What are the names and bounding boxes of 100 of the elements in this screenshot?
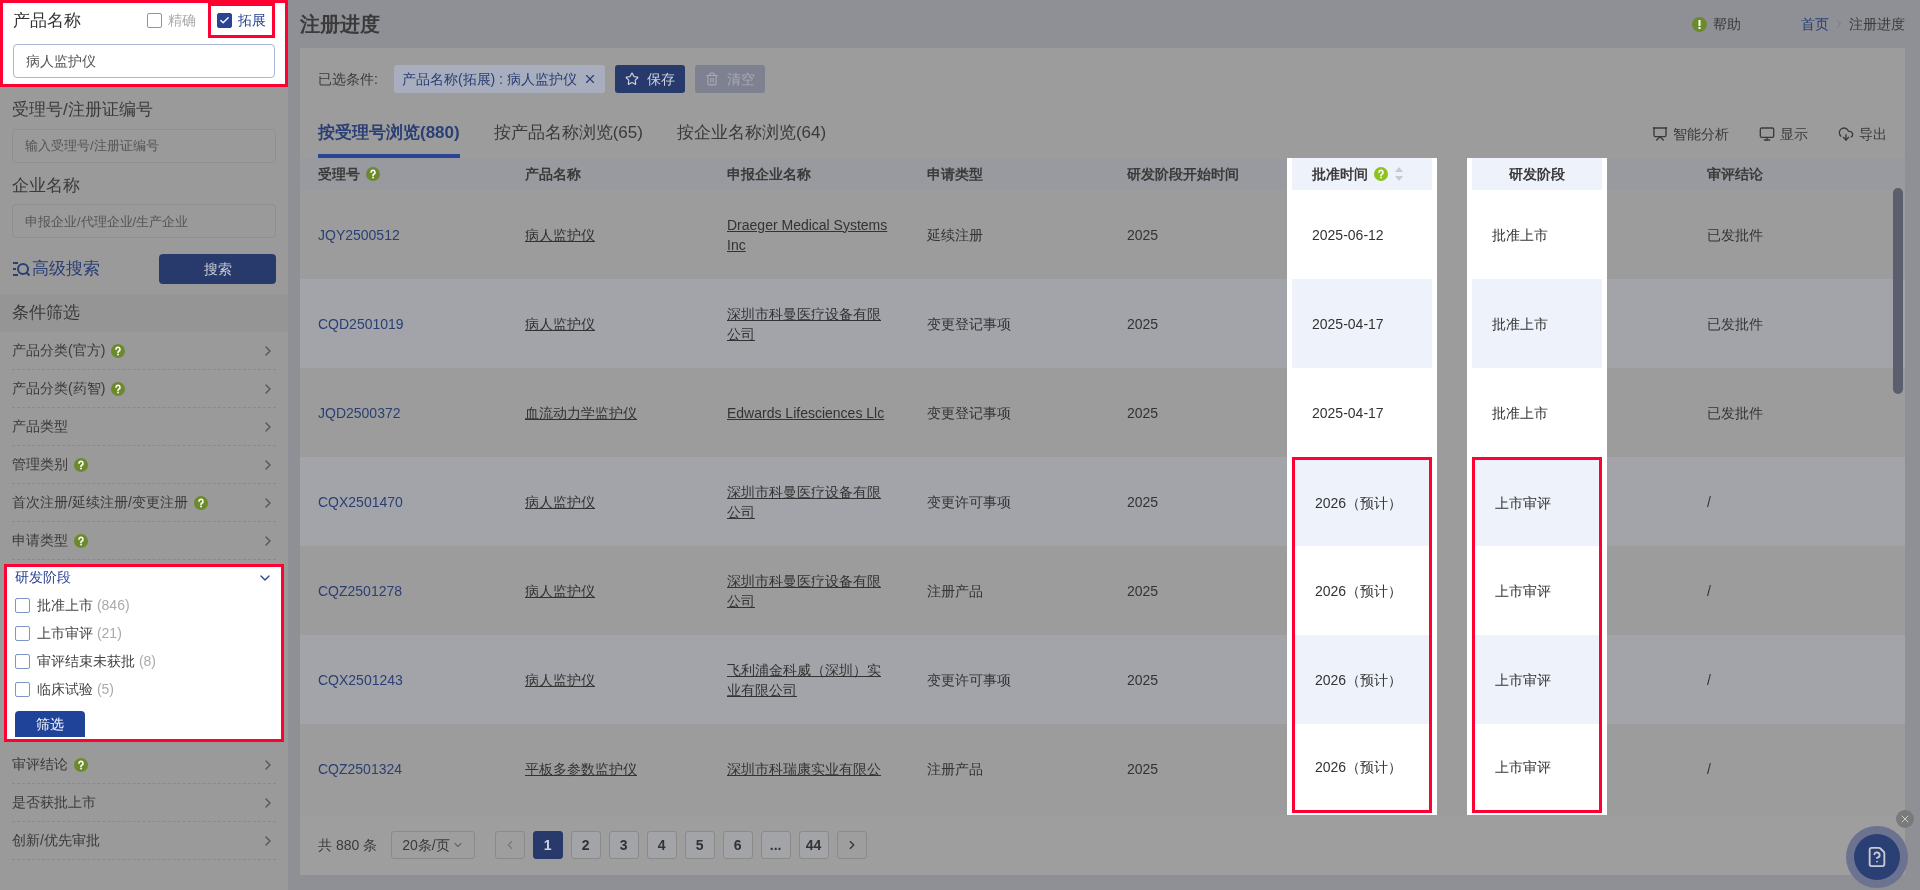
presentation-icon — [1652, 126, 1668, 142]
table-cell[interactable]: CQD2501019 — [318, 313, 420, 334]
page-button[interactable]: 44 — [798, 831, 829, 859]
section-title: 条件筛选 — [12, 302, 80, 325]
checkbox[interactable] — [217, 13, 232, 28]
checkbox[interactable] — [15, 654, 30, 669]
tab[interactable]: 按产品名称浏览(65) — [493, 112, 643, 158]
checkbox-option[interactable]: 拓展 — [208, 3, 275, 38]
column-header: 受理号 — [318, 164, 360, 184]
filter-title[interactable]: 研发阶段 — [15, 567, 71, 588]
table-cell[interactable]: 病人监护仪 — [525, 669, 611, 690]
condition-tag[interactable]: 产品名称(拓展) : 病人监护仪 — [393, 65, 605, 93]
table-cell-text: 2025 — [1127, 314, 1160, 334]
trash-icon — [704, 72, 719, 86]
table-cell-text: 2025-06-12 — [1312, 225, 1385, 245]
table-cell-text: / — [1707, 492, 1712, 512]
checkbox[interactable] — [15, 598, 30, 613]
checkbox-option[interactable]: 审评结束未获批 (8) — [15, 651, 273, 672]
checkbox-option[interactable]: 上市审评 (21) — [15, 623, 273, 644]
table-cell[interactable]: JQY2500512 — [318, 224, 416, 245]
filter-item[interactable]: 是否获批上市 — [12, 784, 276, 822]
column-header: 申请类型 — [927, 164, 983, 184]
table-cell-text: 上市审评 — [1495, 494, 1552, 513]
column-header[interactable]: 批准时间 — [1312, 163, 1368, 185]
search-field[interactable]: 输入受理号/注册证编号 — [12, 128, 276, 163]
filter-item[interactable]: 首次注册/延续注册/变更注册 — [12, 484, 276, 522]
checkbox[interactable] — [15, 626, 30, 641]
table-cell-text: 2025 — [1127, 403, 1160, 423]
filter-item[interactable]: 审评结论 — [12, 746, 276, 784]
help-icon — [193, 495, 208, 510]
table-cell[interactable]: CQX2501470 — [318, 491, 419, 512]
toolbar-button[interactable]: 显示 — [1759, 123, 1808, 145]
filter-item[interactable]: 产品分类(药智) — [12, 370, 276, 408]
filter-label: 产品类型 — [12, 417, 68, 436]
page-button[interactable]: 4 — [646, 831, 677, 859]
tab[interactable]: 按企业名称浏览(64) — [676, 112, 827, 158]
toolbar-button[interactable]: 智能分析 — [1652, 123, 1729, 145]
checkbox[interactable] — [147, 13, 162, 28]
star-icon — [624, 72, 639, 86]
table-cell-text: 上市审评 — [1495, 670, 1552, 690]
filter-button[interactable]: 筛选 — [15, 711, 85, 737]
filter-item[interactable]: 产品类型 — [12, 408, 276, 446]
table-cell-text: 注册产品 — [927, 581, 984, 601]
table-cell-text: 批准上市 — [1492, 225, 1549, 245]
table-cell[interactable]: CQZ2501324 — [318, 758, 419, 779]
filter-item[interactable]: 产品分类(官方) — [12, 332, 276, 370]
table-cell[interactable]: 血流动力学监护仪 — [525, 402, 653, 423]
page-size-select[interactable]: 20条/页 — [391, 831, 475, 859]
table-cell[interactable]: CQZ2501278 — [318, 580, 419, 601]
help-icon — [74, 533, 88, 548]
checkbox-option[interactable]: 精确 — [141, 6, 202, 35]
filter-label: 管理类别 — [12, 455, 68, 474]
table-cell[interactable]: 病人监护仪 — [525, 224, 611, 245]
table-cell[interactable]: 病人监护仪 — [525, 580, 611, 601]
page-button[interactable]: 6 — [722, 831, 753, 859]
checkbox-option[interactable]: 批准上市 (846) — [15, 595, 273, 616]
table-cell[interactable]: Edwards Lifesciences Llc — [727, 402, 901, 423]
advanced-search-link[interactable]: 高级搜索 — [12, 256, 100, 282]
search-field[interactable]: 申报企业/代理企业/生产企业 — [12, 204, 276, 238]
table-cell[interactable]: 病人监护仪 — [525, 491, 611, 512]
table-cell[interactable]: Draeger Medical Systems Inc — [727, 214, 907, 255]
table-cell-text: 2026（预计） — [1315, 670, 1404, 690]
table-cell[interactable]: 深圳市科瑞康实业有限公 — [727, 758, 897, 779]
save-button[interactable]: 保存 — [614, 65, 685, 93]
toolbar-button[interactable]: 导出 — [1838, 123, 1887, 145]
field-label: 受理号/注册证编号 — [12, 99, 154, 121]
column-header: 申报企业名称 — [727, 164, 811, 184]
table-cell[interactable]: 病人监护仪 — [525, 313, 611, 334]
page-button[interactable]: ... — [760, 831, 791, 859]
table-cell[interactable]: 深圳市科曼医疗设备有限公司 — [727, 570, 907, 611]
alert-icon — [1692, 16, 1707, 32]
page-button[interactable]: 5 — [684, 831, 715, 859]
page-button[interactable]: 3 — [608, 831, 639, 859]
table-cell-text: 批准上市 — [1492, 403, 1549, 423]
table-cell[interactable]: CQX2501243 — [318, 669, 419, 690]
search-button[interactable]: 搜索 — [159, 254, 276, 284]
breadcrumb-link[interactable]: 注册进度 — [1849, 13, 1905, 35]
close-button[interactable] — [1896, 810, 1914, 828]
table-cell-text: 2025-04-17 — [1312, 403, 1385, 423]
product-name-input[interactable]: 病人监护仪 — [13, 44, 275, 78]
filter-item[interactable]: 管理类别 — [12, 446, 276, 484]
filter-label: 首次注册/延续注册/变更注册 — [12, 493, 188, 512]
breadcrumb-link[interactable]: 首页 — [1801, 13, 1829, 35]
help-icon — [111, 343, 126, 358]
table-cell[interactable]: 平板多参数监护仪 — [525, 758, 653, 779]
page-button[interactable]: 1 — [532, 831, 563, 859]
table-cell-text: 上市审评 — [1495, 758, 1552, 777]
scrollbar[interactable] — [1893, 188, 1903, 394]
page-button[interactable]: 2 — [570, 831, 601, 859]
filter-label: 是否获批上市 — [12, 793, 96, 812]
filter-item[interactable]: 创新/优先审批 — [12, 822, 276, 860]
checkbox-option[interactable]: 临床试验 (5) — [15, 679, 273, 700]
checkbox[interactable] — [15, 682, 30, 697]
filter-item[interactable]: 申请类型 — [12, 522, 276, 560]
table-cell-text: / — [1707, 581, 1712, 601]
table-cell[interactable]: JQD2500372 — [318, 402, 417, 423]
column-header: 产品名称 — [525, 164, 581, 184]
help-link[interactable]: 帮助 — [1692, 13, 1741, 35]
cloud-download-icon — [1838, 126, 1854, 142]
question-document-icon — [1866, 846, 1888, 868]
